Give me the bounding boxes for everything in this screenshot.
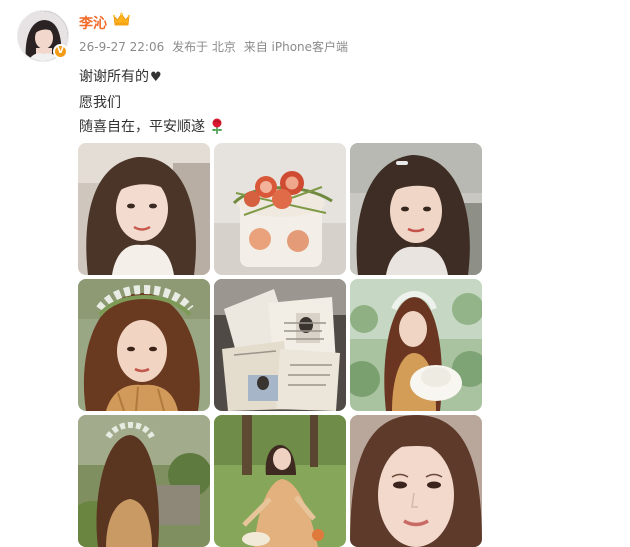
post-text: 愿我们: [79, 95, 121, 111]
post-source: 来自 iPhone客户端: [243, 40, 349, 54]
black-heart-icon: ♥: [150, 70, 162, 85]
photo-closeup-face[interactable]: [350, 415, 482, 547]
crown-icon[interactable]: [112, 11, 131, 28]
post-text: 谢谢所有的: [79, 69, 149, 85]
rose-icon: [210, 118, 224, 134]
photo-flower-crown-portrait[interactable]: [78, 279, 210, 411]
verified-badge-icon: V: [53, 44, 68, 59]
post-text-line: 愿我们: [79, 92, 121, 112]
user-name[interactable]: 李沁: [79, 13, 107, 33]
post-text: 随喜自在，平安顺遂: [79, 119, 205, 135]
photo-lawn-picnic[interactable]: [214, 415, 346, 547]
post-time[interactable]: 26-9-27 22:06: [79, 40, 164, 54]
post-location: 发布于 北京: [172, 40, 236, 54]
photo-selfie-curls[interactable]: [350, 143, 482, 275]
photo-fig-cake[interactable]: [214, 143, 346, 275]
post-meta: 26-9-27 22:06 发布于 北京 来自 iPhone客户端: [79, 38, 352, 55]
post-text-line: 随喜自在，平安顺遂: [79, 116, 224, 136]
post-text-line: 谢谢所有的♥: [79, 66, 162, 86]
photo-garden-hat[interactable]: [350, 279, 482, 411]
photo-garden-back[interactable]: [78, 415, 210, 547]
photo-letters[interactable]: [214, 279, 346, 411]
photo-selfie-car[interactable]: [78, 143, 210, 275]
